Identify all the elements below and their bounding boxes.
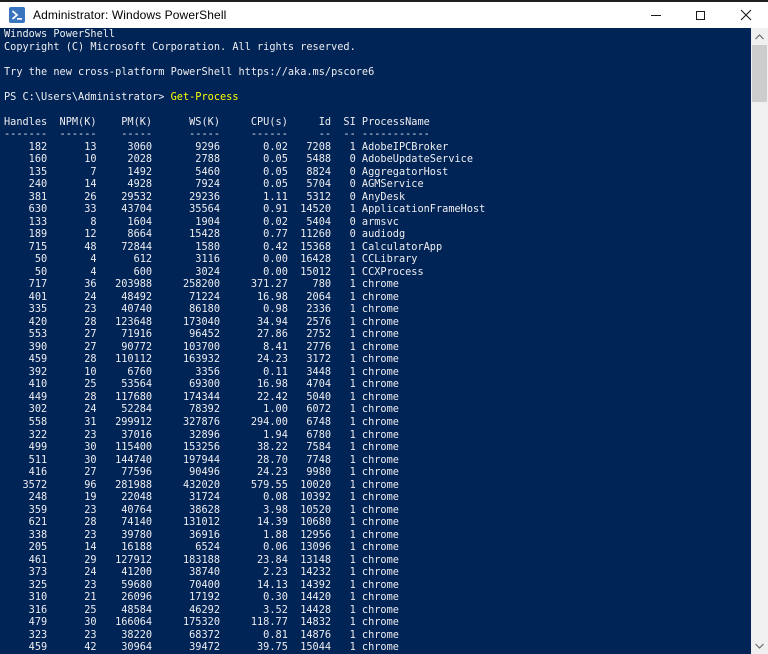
minimize-icon (651, 15, 661, 16)
console-output[interactable]: Windows PowerShellCopyright (C) Microsof… (0, 28, 768, 654)
process-row: 459 28 110112 163932 24.23 3172 1 chrome (4, 353, 751, 366)
process-row: 392 10 6760 3356 0.11 3448 1 chrome (4, 366, 751, 379)
process-row: 511 30 144740 197944 28.70 7748 1 chrome (4, 454, 751, 467)
process-row: 553 27 71916 96452 27.86 2752 1 chrome (4, 328, 751, 341)
process-row: 410 25 53564 69300 16.98 4704 1 chrome (4, 378, 751, 391)
close-icon (740, 9, 752, 21)
prompt-line: PS C:\Users\Administrator> Get-Process (4, 91, 751, 104)
table-divider-line: ------- ------ ----- ----- ------ -- -- … (4, 128, 751, 141)
banner-line (4, 78, 751, 91)
process-row: 621 28 74140 131012 14.39 10680 1 chrome (4, 516, 751, 529)
process-row: 630 33 43704 35564 0.91 14520 1 Applicat… (4, 203, 751, 216)
process-row: 240 14 4928 7924 0.05 5704 0 AGMService (4, 178, 751, 191)
banner-line: Copyright (C) Microsoft Corporation. All… (4, 41, 751, 54)
banner-line: Try the new cross-platform PowerShell ht… (4, 66, 751, 79)
process-row: 310 21 26096 17192 0.30 14420 1 chrome (4, 591, 751, 604)
process-row: 50 4 612 3116 0.00 16428 1 CCLibrary (4, 253, 751, 266)
vertical-scrollbar[interactable] (751, 28, 768, 654)
process-row: 316 25 48584 46292 3.52 14428 1 chrome (4, 604, 751, 617)
banner-line: Windows PowerShell (4, 28, 751, 41)
process-row: 322 23 37016 32896 1.94 6780 1 chrome (4, 429, 751, 442)
scroll-down-button[interactable] (751, 637, 768, 654)
process-row: 248 19 22048 31724 0.08 10392 1 chrome (4, 491, 751, 504)
process-row: 499 30 115400 153256 38.22 7584 1 chrome (4, 441, 751, 454)
console-line (4, 103, 751, 116)
window-title: Administrator: Windows PowerShell (33, 8, 226, 22)
process-row: 133 8 1604 1904 0.02 5404 0 armsvc (4, 216, 751, 229)
process-row: 461 29 127912 183188 23.84 13148 1 chrom… (4, 554, 751, 567)
chevron-down-icon (755, 643, 764, 649)
process-row: 182 13 3060 9296 0.02 7208 1 AdobeIPCBro… (4, 141, 751, 154)
table-header-line: Handles NPM(K) PM(K) WS(K) CPU(s) Id SI … (4, 116, 751, 129)
process-row: 416 27 77596 90496 24.23 9980 1 chrome (4, 466, 751, 479)
process-row: 189 12 8664 15428 0.77 11260 0 audiodg (4, 228, 751, 241)
process-row: 50 4 600 3024 0.00 15012 1 CCXProcess (4, 266, 751, 279)
process-row: 558 31 299912 327876 294.00 6748 1 chrom… (4, 416, 751, 429)
process-row: 325 23 59680 70400 14.13 14392 1 chrome (4, 579, 751, 592)
console-output-lines: Windows PowerShellCopyright (C) Microsof… (0, 28, 751, 654)
process-row: 135 7 1492 5460 0.05 8824 0 AggregatorHo… (4, 166, 751, 179)
process-row: 335 23 40740 86180 0.98 2336 1 chrome (4, 303, 751, 316)
powershell-window: Administrator: Windows PowerShell Window… (0, 0, 768, 654)
powershell-icon[interactable] (9, 7, 25, 23)
process-row: 420 28 123648 173040 34.94 2576 1 chrome (4, 316, 751, 329)
process-row: 449 28 117680 174344 22.42 5040 1 chrome (4, 391, 751, 404)
process-row: 479 30 166064 175320 118.77 14832 1 chro… (4, 616, 751, 629)
maximize-icon (696, 11, 705, 20)
process-row: 459 42 30964 39472 39.75 15044 1 chrome (4, 641, 751, 654)
process-row: 359 23 40764 38628 3.98 10520 1 chrome (4, 504, 751, 517)
process-row: 205 14 16188 6524 0.06 13096 1 chrome (4, 541, 751, 554)
maximize-button[interactable] (678, 2, 723, 28)
process-row: 401 24 48492 71224 16.98 2064 1 chrome (4, 291, 751, 304)
process-row: 390 27 90772 103700 8.41 2776 1 chrome (4, 341, 751, 354)
minimize-button[interactable] (633, 2, 678, 28)
process-row: 717 36 203988 258200 371.27 780 1 chrome (4, 278, 751, 291)
process-row: 160 10 2028 2788 0.05 5488 0 AdobeUpdate… (4, 153, 751, 166)
process-row: 3572 96 281988 432020 579.55 10020 1 chr… (4, 479, 751, 492)
banner-line (4, 53, 751, 66)
close-button[interactable] (723, 2, 768, 28)
chevron-up-icon (755, 34, 764, 40)
window-controls (633, 2, 768, 28)
process-row: 715 48 72844 1580 0.42 15368 1 Calculato… (4, 241, 751, 254)
process-row: 302 24 52284 78392 1.00 6072 1 chrome (4, 403, 751, 416)
process-row: 381 26 29532 29236 1.11 5312 0 AnyDesk (4, 191, 751, 204)
scrollbar-thumb[interactable] (752, 45, 767, 102)
process-row: 323 23 38220 68372 0.81 14876 1 chrome (4, 629, 751, 642)
scroll-up-button[interactable] (751, 28, 768, 45)
prompt-text: PS C:\Users\Administrator> (4, 91, 171, 103)
process-row: 373 24 41200 38740 2.23 14232 1 chrome (4, 566, 751, 579)
title-bar[interactable]: Administrator: Windows PowerShell (0, 2, 768, 28)
process-row: 338 23 39780 36916 1.88 12956 1 chrome (4, 529, 751, 542)
command-text: Get-Process (171, 91, 239, 103)
